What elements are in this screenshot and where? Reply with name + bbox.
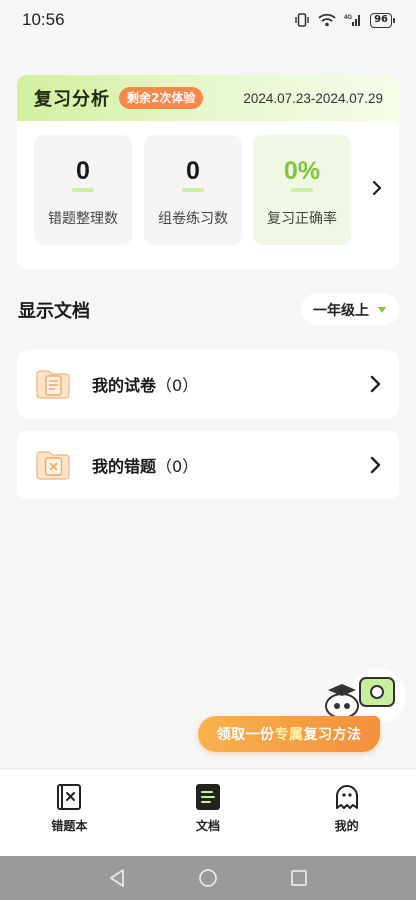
battery-icon: 96	[370, 12, 395, 28]
promo-button[interactable]: 领取一份 专属 复习方法	[198, 716, 380, 752]
wrong-question-folder-icon	[36, 451, 70, 480]
grade-select[interactable]: 一年级上	[301, 293, 399, 326]
caret-down-icon	[378, 306, 386, 313]
document-icon	[196, 784, 220, 810]
wifi-icon	[318, 13, 336, 27]
stat-label: 组卷练习数	[158, 211, 228, 227]
stat-value: 0	[186, 157, 200, 185]
profile-icon	[335, 785, 358, 809]
chevron-right-icon	[370, 456, 381, 474]
wrong-book-icon	[57, 784, 82, 810]
grade-select-value: 一年级上	[313, 302, 369, 319]
stat-label: 复习正确率	[267, 211, 337, 227]
chevron-right-icon	[370, 375, 381, 393]
svg-text:4G: 4G	[344, 15, 352, 21]
stat-label: 错题整理数	[48, 211, 118, 227]
doc-label: 我的错题（0）	[92, 457, 199, 476]
system-nav-bar	[0, 856, 416, 900]
status-bar: 10:56 4G 96	[0, 0, 416, 40]
nav-label: 我的	[334, 819, 359, 833]
bottom-nav: 错题本 文档 我的	[0, 768, 416, 856]
stats-row: 0 错题整理数 0 组卷练习数 0% 复习正确率	[17, 121, 399, 269]
stat-underline	[72, 188, 94, 192]
status-icons: 4G 96	[294, 12, 395, 28]
review-title: 复习分析	[34, 89, 110, 110]
doc-label: 我的试卷（0）	[92, 376, 199, 395]
trial-badge: 剩余2次体验	[119, 87, 204, 109]
nav-label: 错题本	[51, 819, 88, 833]
stat-value: 0%	[283, 157, 321, 185]
chevron-right-icon[interactable]	[371, 179, 383, 197]
signal-icon: 4G	[344, 15, 361, 26]
nav-item-wrong-book[interactable]: 错题本	[0, 769, 139, 856]
stat-underline	[291, 188, 313, 192]
nav-item-profile[interactable]: 我的	[277, 769, 416, 856]
home-icon[interactable]	[198, 868, 218, 888]
stat-wrong-questions[interactable]: 0 错题整理数	[34, 135, 132, 245]
doc-item-my-wrong-questions[interactable]: 我的错题（0）	[17, 431, 399, 499]
review-header: 复习分析 剩余2次体验 2024.07.23-2024.07.29	[17, 75, 399, 121]
recents-icon[interactable]	[290, 869, 308, 887]
nav-label: 文档	[196, 819, 221, 833]
review-analysis-card[interactable]: 复习分析 剩余2次体验 2024.07.23-2024.07.29 0 错题整理…	[17, 75, 399, 269]
section-title: 显示文档	[18, 301, 90, 322]
back-icon[interactable]	[108, 868, 126, 888]
stat-accuracy[interactable]: 0% 复习正确率	[253, 135, 351, 245]
status-time: 10:56	[22, 10, 65, 29]
stat-value: 0	[76, 157, 90, 185]
paper-folder-icon	[36, 370, 70, 399]
nav-item-documents[interactable]: 文档	[139, 769, 278, 856]
doc-item-my-papers[interactable]: 我的试卷（0）	[17, 350, 399, 418]
stat-practice-papers[interactable]: 0 组卷练习数	[144, 135, 242, 245]
stat-underline	[182, 188, 204, 192]
date-range: 2024.07.23-2024.07.29	[243, 90, 383, 106]
vibrate-icon	[295, 13, 309, 27]
